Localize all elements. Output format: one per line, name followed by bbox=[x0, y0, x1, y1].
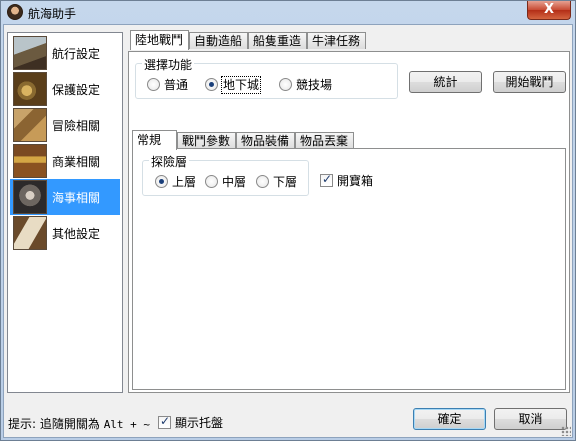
tab-oxford-quest[interactable]: 牛津任務 bbox=[307, 32, 366, 49]
sea-battle-icon bbox=[13, 180, 47, 214]
sidebar-item-commerce[interactable]: 商業相關 bbox=[10, 143, 120, 179]
sidebar-item-label: 商業相關 bbox=[52, 155, 101, 169]
checkbox-box bbox=[320, 172, 333, 187]
resize-grip[interactable] bbox=[561, 426, 571, 436]
cancel-button[interactable]: 取消 bbox=[494, 408, 567, 430]
function-group-legend: 選擇功能 bbox=[142, 56, 195, 73]
open-chest-checkbox[interactable]: 開寶箱 bbox=[320, 172, 380, 189]
pirate-avatar-icon bbox=[7, 4, 23, 20]
subtab-general[interactable]: 常規 bbox=[132, 130, 177, 150]
sidebar-item-label: 冒險相關 bbox=[52, 119, 101, 133]
hint-shortcut: Alt + ~ bbox=[103, 418, 151, 431]
level-lower-radio[interactable]: 下層 bbox=[256, 174, 304, 190]
tab-ship-rebuild[interactable]: 船隻重造 bbox=[248, 32, 307, 49]
tab-auto-shipbuild[interactable]: 自動造船 bbox=[189, 32, 248, 49]
radio-label: 競技場 bbox=[296, 78, 333, 92]
mode-arena-radio[interactable]: 競技場 bbox=[279, 77, 349, 93]
mode-normal-radio[interactable]: 普通 bbox=[147, 77, 207, 93]
checkbox-label: 開寶箱 bbox=[337, 174, 374, 188]
hint-text: 提示: 追隨開關為 bbox=[8, 417, 100, 431]
app-window: 航海助手 X 航行設定 保護設定 冒險相關 商業相關 海事相關 其他設定 陸地戰… bbox=[0, 0, 576, 441]
mode-dungeon-radio[interactable]: 地下城 bbox=[205, 76, 275, 94]
radio-label: 上層 bbox=[172, 175, 197, 189]
explore-level-groupbox: 探險層 上層 中層 下層 bbox=[142, 153, 309, 196]
sidebar-item-protection[interactable]: 保護設定 bbox=[10, 71, 120, 107]
tab-land-battle[interactable]: 陸地戰鬥 bbox=[130, 30, 189, 50]
dialog-client-area: 航行設定 保護設定 冒險相關 商業相關 海事相關 其他設定 陸地戰鬥 自動造船 … bbox=[3, 24, 573, 438]
checkbox-box bbox=[158, 414, 171, 429]
radio-dot bbox=[147, 78, 160, 91]
tab-panel-land-battle: 選擇功能 普通 地下城 競技場 統計 開始戰鬥 常規 戰鬥參數 物品裝備 物品丟… bbox=[128, 51, 570, 393]
sidebar-item-maritime[interactable]: 海事相關 bbox=[10, 179, 120, 215]
radio-dot bbox=[256, 175, 269, 188]
sidebar-item-label: 航行設定 bbox=[52, 47, 101, 61]
sailing-ship-icon bbox=[13, 36, 47, 70]
subtab-item-equip[interactable]: 物品裝備 bbox=[236, 132, 295, 149]
subtab-item-discard[interactable]: 物品丟棄 bbox=[295, 132, 354, 149]
function-groupbox: 選擇功能 普通 地下城 競技場 bbox=[135, 56, 398, 99]
checkbox-label[interactable]: 顯示托盤 bbox=[175, 415, 223, 431]
radio-label: 地下城 bbox=[220, 76, 262, 94]
sidebar-item-label: 保護設定 bbox=[52, 83, 101, 97]
radio-dot bbox=[279, 78, 292, 91]
start-battle-button[interactable]: 開始戰鬥 bbox=[493, 71, 566, 93]
radio-dot bbox=[205, 78, 218, 91]
subtab-panel-general: 探險層 上層 中層 下層 開寶箱 bbox=[132, 148, 566, 390]
close-button[interactable]: X bbox=[527, 1, 571, 20]
treasure-coins-icon bbox=[13, 72, 47, 106]
radio-label: 中層 bbox=[222, 175, 247, 189]
sidebar-item-adventure[interactable]: 冒險相關 bbox=[10, 107, 120, 143]
level-upper-radio[interactable]: 上層 bbox=[155, 174, 203, 190]
sidebar-item-other[interactable]: 其他設定 bbox=[10, 215, 120, 251]
ok-button[interactable]: 確定 bbox=[413, 408, 486, 430]
stats-button[interactable]: 統計 bbox=[409, 71, 482, 93]
level-middle-radio[interactable]: 中層 bbox=[205, 174, 253, 190]
shortcut-hint: 提示: 追隨開關為 Alt + ~ bbox=[8, 415, 150, 432]
open-book-icon bbox=[13, 216, 47, 250]
radio-label: 下層 bbox=[273, 175, 298, 189]
explore-group-legend: 探險層 bbox=[149, 153, 190, 170]
subtab-battle-params[interactable]: 戰鬥參數 bbox=[177, 132, 236, 149]
window-title: 航海助手 bbox=[28, 7, 77, 21]
radio-dot bbox=[205, 175, 218, 188]
show-tray-checkbox[interactable]: 顯示托盤 bbox=[158, 414, 228, 431]
titlebar[interactable]: 航海助手 X bbox=[1, 1, 575, 24]
radio-label: 普通 bbox=[164, 78, 189, 92]
sidebar-item-label: 其他設定 bbox=[52, 227, 101, 241]
treasure-chest-icon bbox=[13, 144, 47, 178]
category-sidebar: 航行設定 保護設定 冒險相關 商業相關 海事相關 其他設定 bbox=[7, 32, 123, 393]
treasure-map-icon bbox=[13, 108, 47, 142]
sidebar-item-label: 海事相關 bbox=[52, 191, 101, 205]
sidebar-item-sailing[interactable]: 航行設定 bbox=[10, 35, 120, 71]
radio-dot bbox=[155, 175, 168, 188]
